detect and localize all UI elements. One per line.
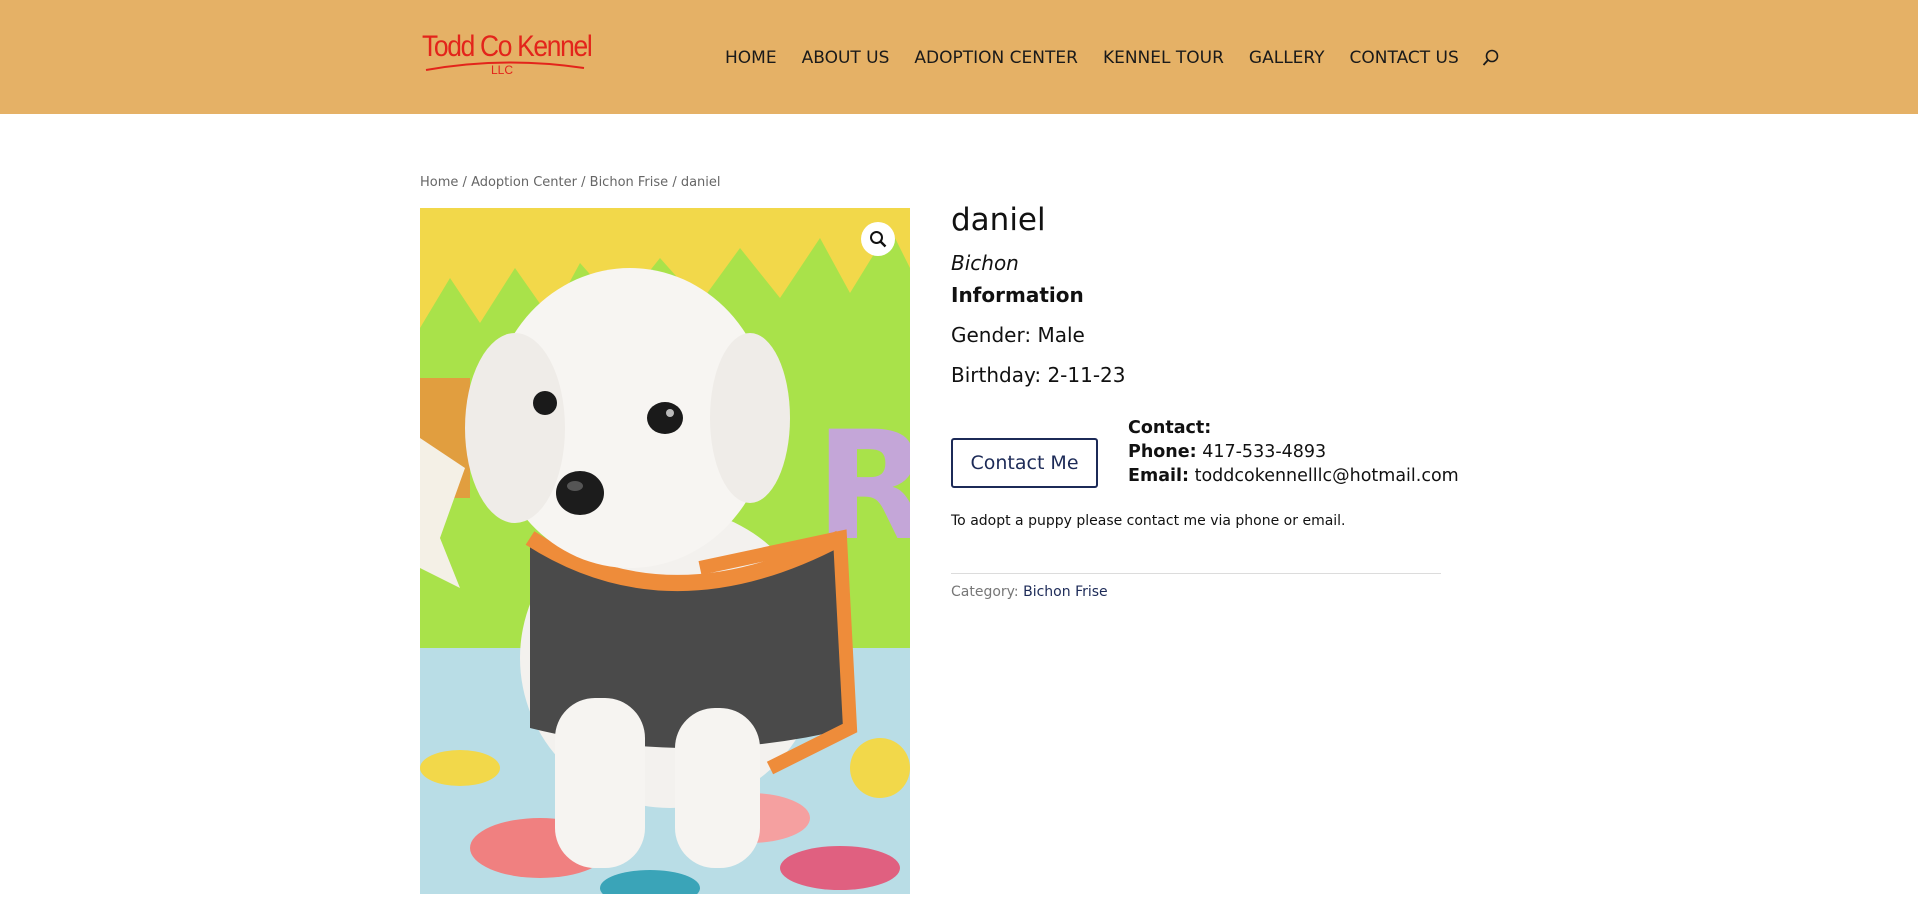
contact-heading: Contact: — [1128, 418, 1212, 438]
adoption-note: To adopt a puppy please contact me via p… — [951, 513, 1346, 529]
birthday-text: Birthday: 2-11-23 — [951, 363, 1126, 387]
breadcrumb-adoption-center[interactable]: Adoption Center — [471, 175, 577, 190]
breadcrumb-separator: / — [581, 175, 586, 190]
contact-me-button[interactable]: Contact Me — [951, 438, 1098, 488]
gender-text: Gender: Male — [951, 323, 1085, 347]
breadcrumb-home[interactable]: Home — [420, 175, 458, 190]
phone-label: Phone: — [1128, 442, 1197, 462]
breadcrumb-separator: / — [462, 175, 467, 190]
product-meta: Category: Bichon Frise — [951, 584, 1108, 600]
main-nav: HOME ABOUT US ADOPTION CENTER KENNEL TOU… — [725, 46, 1484, 70]
nav-home[interactable]: HOME — [725, 48, 777, 68]
search-icon[interactable] — [1482, 49, 1500, 67]
breadcrumb: Home / Adoption Center / Bichon Frise / … — [420, 175, 721, 190]
site-logo[interactable]: Todd Co Kennel LLC — [422, 32, 593, 82]
product-title: daniel — [951, 202, 1046, 238]
nav-adoption-center[interactable]: ADOPTION CENTER — [914, 48, 1078, 68]
phone-number: 417-533-4893 — [1202, 442, 1327, 462]
logo-subtext: LLC — [491, 63, 514, 77]
puppy-photo: R — [420, 208, 910, 894]
breadcrumb-separator: / — [672, 175, 677, 190]
email-address: toddcokennelllc@hotmail.com — [1194, 466, 1459, 486]
magnifier-icon — [870, 231, 887, 248]
nav-contact-us[interactable]: CONTACT US — [1350, 48, 1459, 68]
site-header: Todd Co Kennel LLC HOME ABOUT US ADOPTIO… — [0, 0, 1918, 114]
category-link[interactable]: Bichon Frise — [1023, 584, 1108, 600]
information-heading: Information — [951, 283, 1084, 307]
breadcrumb-current: daniel — [680, 175, 721, 190]
product-breed: Bichon — [951, 251, 1019, 275]
nav-about-us[interactable]: ABOUT US — [802, 48, 890, 68]
nav-kennel-tour[interactable]: KENNEL TOUR — [1103, 48, 1224, 68]
product-image[interactable]: R — [420, 208, 910, 894]
email-label: Email: — [1128, 466, 1189, 486]
contact-info: Contact: Phone: 417-533-4893 Email: todd… — [1128, 416, 1459, 488]
divider — [951, 573, 1441, 574]
image-zoom-button[interactable] — [861, 222, 895, 256]
category-label: Category: — [951, 584, 1019, 600]
nav-gallery[interactable]: GALLERY — [1249, 48, 1325, 68]
breadcrumb-bichon-frise[interactable]: Bichon Frise — [590, 175, 669, 190]
